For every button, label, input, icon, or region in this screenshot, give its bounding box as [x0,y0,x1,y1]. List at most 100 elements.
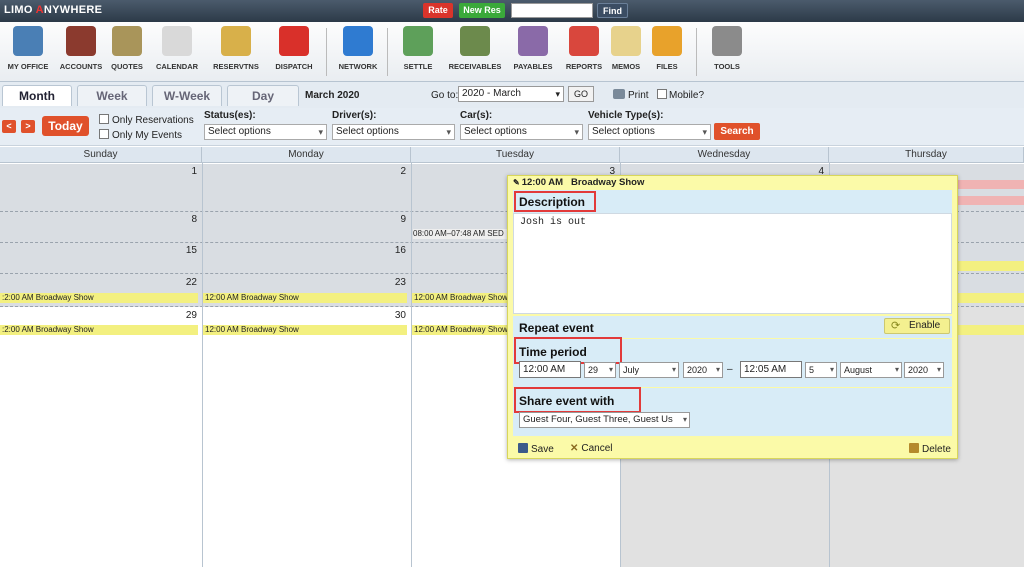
share-with-select[interactable]: Guest Four, Guest Three, Guest Us [519,412,690,428]
only-my-events-checkbox[interactable] [99,129,109,139]
event-broadway-show[interactable]: 12:00 AM Broadway Show [203,325,407,335]
reservation-item[interactable]: 08:00 AM–07:48 AM SED [413,229,508,239]
module-receivables[interactable]: RECEIVABLES [444,26,506,80]
description-textarea[interactable]: Josh is out [513,213,952,314]
module-settle[interactable]: SETTLE [394,26,442,80]
end-month-select[interactable]: August [840,362,902,378]
date-number[interactable]: 30 [386,310,406,321]
event-bar[interactable] [956,293,1024,303]
popup-header-title: Broadway Show [570,177,645,188]
cancel-button[interactable]: ✕ Cancel [570,443,613,454]
module-payables[interactable]: PAYABLES [506,26,560,80]
module-tools[interactable]: TOOLS [704,26,750,80]
globe-icon [343,26,373,56]
mobile-checkbox[interactable] [657,89,667,99]
goto-select[interactable]: 2020 - March ▾ [458,86,564,102]
start-month-select[interactable]: July [619,362,679,378]
end-day-select[interactable]: 5 [805,362,837,378]
module-quotes[interactable]: QUOTES [106,26,148,80]
event-editor-popup: ✎ 12:00 AM Broadway Show Description Josh… [507,175,958,459]
delete-button[interactable]: Delete [909,443,951,455]
module-label: RESERVTNS [213,62,259,71]
module-label: NETWORK [338,62,378,71]
event-bar[interactable] [956,325,1024,335]
mobile-label: Mobile? [669,90,705,101]
module-label: ACCOUNTS [59,62,103,71]
vehicle-type-select[interactable]: Select options [588,124,711,140]
module-label: DISPATCH [275,62,313,71]
event-broadway-show[interactable]: :2:00 AM Broadway Show [0,293,198,303]
enable-label: Enable [909,320,941,331]
event-broadway-show[interactable]: :2:00 AM Broadway Show [0,325,198,335]
car-label: Car(s): [460,110,493,121]
rate-button[interactable]: Rate [423,3,453,18]
repeat-event-heading: Repeat event [519,321,594,335]
event-broadway-show[interactable]: 12:00 AM Broadway Show [412,325,507,335]
print-button[interactable]: Print [613,89,649,101]
start-year-select[interactable]: 2020 [683,362,723,378]
day-header-tuesday: Tuesday [411,147,620,163]
date-number[interactable]: 16 [386,245,406,256]
start-day-select[interactable]: 29 [584,362,616,378]
status-select[interactable]: Select options [204,124,327,140]
prev-button[interactable]: < [2,120,16,133]
next-button[interactable]: > [21,120,35,133]
app-logo: LIMO ANYWHERE [4,4,102,16]
driver-select[interactable]: Select options [332,124,455,140]
module-my-office[interactable]: MY OFFICE [2,26,54,80]
module-label: PAYABLES [513,62,553,71]
start-time-input[interactable]: 12:00 AM [519,361,581,378]
module-network[interactable]: NETWORK [332,26,384,80]
printer-icon [613,89,625,99]
module-reports[interactable]: REPORTS [562,26,606,80]
save-button[interactable]: Save [518,443,554,455]
date-number[interactable]: 1 [177,166,197,177]
tab-day[interactable]: Day [227,85,299,106]
repeat-icon: ⟳ [891,320,901,332]
highlight-box [514,191,596,212]
floppy-disk-icon [518,443,528,453]
tab-w-week[interactable]: W-Week [152,85,222,106]
tab-month[interactable]: Month [2,85,72,106]
tab-week[interactable]: Week [77,85,147,106]
car-select[interactable]: Select options [460,124,583,140]
module-accounts[interactable]: ACCOUNTS [54,26,108,80]
status-label: Status(es): [204,110,256,121]
date-number[interactable]: 29 [177,310,197,321]
find-input[interactable] [511,3,593,18]
date-number[interactable]: 9 [386,214,406,225]
month-title: March 2020 [305,90,360,101]
search-button[interactable]: Search [714,123,760,140]
event-bar[interactable] [956,261,1024,271]
end-time-input[interactable]: 12:05 AM [740,361,802,378]
event-broadway-show[interactable]: 12:00 AM Broadway Show [203,293,407,303]
go-button[interactable]: GO [568,86,594,102]
find-button[interactable]: Find [597,3,628,18]
only-reservations-checkbox[interactable] [99,114,109,124]
date-number[interactable]: 15 [177,245,197,256]
date-number[interactable]: 22 [177,277,197,288]
new-reservation-button[interactable]: New Res [459,3,505,18]
day-header-sunday: Sunday [0,147,202,163]
module-reservtns[interactable]: RESERVTNS [204,26,268,80]
logo-accent: A [35,4,44,16]
delete-label: Delete [922,444,951,455]
event-broadway-show[interactable]: 12:00 AM Broadway Show [412,293,507,303]
module-label: CALENDAR [155,62,199,71]
module-files[interactable]: FILES [648,26,686,80]
day-header-wednesday: Wednesday [620,147,829,163]
today-button[interactable]: Today [42,116,89,136]
date-number[interactable]: 2 [386,166,406,177]
highlight-box [514,337,622,364]
module-dispatch[interactable]: DISPATCH [268,26,320,80]
enable-repeat-button[interactable]: ⟳ Enable [884,318,950,334]
date-number[interactable]: 8 [177,214,197,225]
date-number[interactable]: 23 [386,277,406,288]
end-year-select[interactable]: 2020 [904,362,944,378]
event-bar[interactable] [956,196,1024,205]
event-bar[interactable] [956,180,1024,189]
module-memos[interactable]: MEMOS [606,26,646,80]
address-book-icon [66,26,96,56]
module-calendar[interactable]: CALENDAR [148,26,206,80]
range-dash: – [727,364,733,375]
